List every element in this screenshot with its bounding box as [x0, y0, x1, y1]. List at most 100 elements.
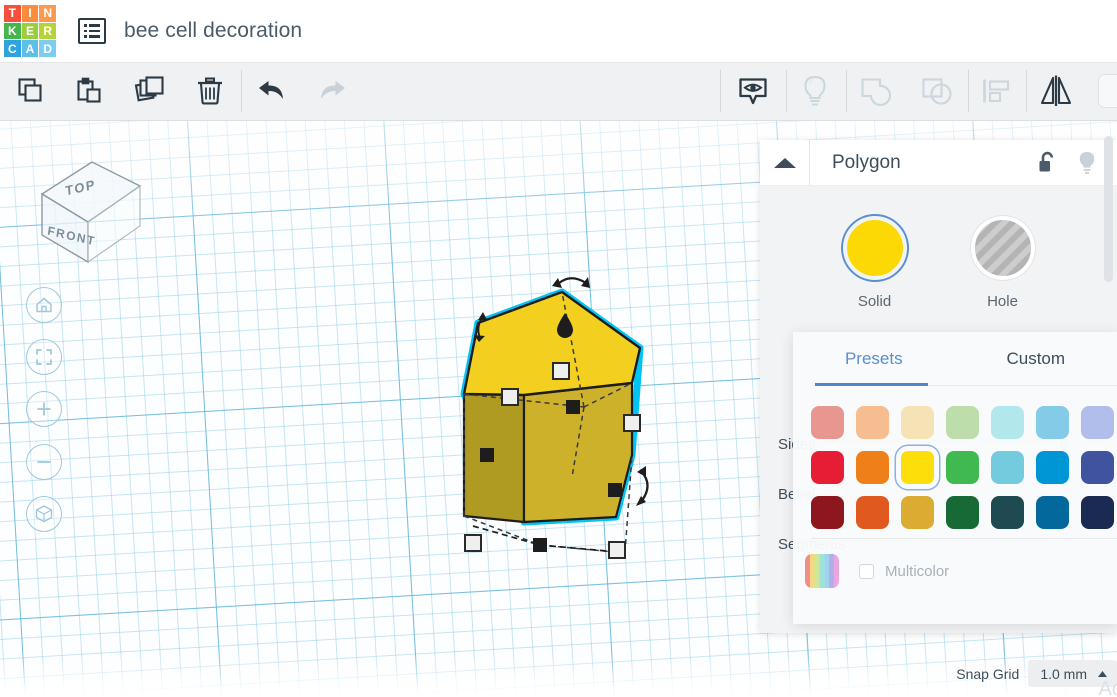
color-swatch-selected[interactable]	[895, 445, 940, 490]
color-swatch[interactable]	[1030, 490, 1075, 535]
toolbar-divider	[241, 70, 242, 112]
solid-mode-option[interactable]: Solid	[839, 216, 911, 310]
color-swatch[interactable]	[850, 490, 895, 535]
tab-custom[interactable]: Custom	[955, 332, 1117, 385]
panel-collapse-button[interactable]	[760, 140, 809, 185]
group-shapes-icon	[861, 78, 892, 107]
mode-swatch-row: Solid Hole	[760, 186, 1117, 310]
panel-scrollbar[interactable]	[1104, 136, 1113, 282]
collapse-triangle-icon	[773, 157, 796, 168]
fit-to-view-icon	[36, 349, 52, 365]
hole-pattern-circle[interactable]	[970, 216, 1035, 280]
toolbar-divider	[968, 70, 969, 112]
color-swatch[interactable]	[895, 400, 940, 445]
group-button[interactable]	[852, 62, 902, 120]
color-swatch[interactable]	[805, 490, 850, 535]
color-swatch[interactable]	[1075, 445, 1117, 490]
redo-button[interactable]	[308, 62, 356, 120]
list-icon-line	[84, 29, 100, 33]
panel-title: Polygon	[832, 151, 901, 173]
logo-letter: T	[4, 5, 21, 22]
align-button[interactable]	[972, 62, 1020, 120]
home-view-button[interactable]	[26, 287, 62, 323]
logo-letter: D	[39, 40, 56, 57]
list-icon[interactable]	[78, 18, 106, 44]
redo-arrow-icon	[321, 81, 345, 99]
selected-shape[interactable]	[440, 270, 700, 580]
logo-letter: E	[21, 22, 39, 40]
color-swatch[interactable]	[940, 490, 985, 535]
zoom-out-button[interactable]	[26, 444, 62, 480]
color-swatch[interactable]	[1075, 400, 1117, 445]
ungroup-button[interactable]	[913, 62, 963, 120]
snap-grid-label: Snap Grid	[956, 665, 1020, 682]
corner-watermark-text: Ad	[1098, 678, 1117, 697]
ungroup-shapes-icon	[922, 78, 952, 105]
logo-letter: N	[39, 5, 56, 22]
color-swatch[interactable]	[985, 445, 1030, 490]
tinkercad-logo[interactable]: T I N K E R C A D	[4, 5, 56, 57]
panel-light-button[interactable]	[1067, 140, 1107, 185]
panel-header: Polygon	[760, 140, 1117, 186]
logo-letter: C	[4, 40, 21, 57]
color-swatch[interactable]	[1030, 400, 1075, 445]
tinkercad-app: T I N K E R C A D bee cell decoration TO…	[0, 0, 1117, 697]
box-perspective-icon	[35, 505, 53, 523]
tab-presets[interactable]: Presets	[793, 332, 955, 385]
paste-button[interactable]	[65, 62, 113, 120]
copy-button[interactable]	[6, 62, 54, 120]
logo-letter: A	[21, 40, 39, 57]
home-icon	[36, 297, 52, 313]
color-swatch-grid	[805, 400, 1117, 535]
unlock-icon	[1039, 151, 1054, 171]
solid-mode-label: Solid	[857, 293, 892, 310]
color-swatch[interactable]	[985, 400, 1030, 445]
toolbar-divider	[1026, 70, 1027, 112]
multicolor-checkbox[interactable]	[859, 563, 874, 579]
color-swatch[interactable]	[1075, 490, 1117, 535]
undo-button[interactable]	[248, 62, 296, 120]
fit-view-button[interactable]	[26, 339, 62, 375]
color-swatch[interactable]	[850, 400, 895, 445]
toolbar-divider	[720, 70, 721, 112]
logo-letter: R	[39, 22, 56, 40]
show-hide-button[interactable]	[729, 62, 777, 120]
color-swatch[interactable]	[805, 400, 850, 445]
color-swatch[interactable]	[895, 490, 940, 535]
multicolor-label: Multicolor	[885, 562, 950, 580]
hole-mode-label: Hole	[987, 293, 1018, 310]
top-bar: T I N K E R C A D bee cell decoration	[0, 0, 1117, 63]
snap-grid-value: 1.0 mm	[1040, 665, 1087, 682]
color-swatch[interactable]	[1030, 445, 1075, 490]
duplicate-button[interactable]	[126, 62, 176, 120]
panel-lock-button[interactable]	[1027, 140, 1067, 185]
color-swatch[interactable]	[805, 445, 850, 490]
rainbow-swatch[interactable]	[805, 554, 839, 588]
hole-mode-option[interactable]: Hole	[967, 216, 1039, 310]
color-swatch[interactable]	[940, 445, 985, 490]
color-swatch[interactable]	[940, 400, 985, 445]
document-title[interactable]: bee cell decoration	[124, 19, 302, 43]
color-swatch[interactable]	[850, 445, 895, 490]
eye-bubble-icon	[739, 78, 767, 105]
color-swatch[interactable]	[985, 490, 1030, 535]
delete-button[interactable]	[186, 62, 234, 120]
lightbulb-icon	[1079, 151, 1095, 174]
undo-arrow-icon	[259, 81, 283, 99]
mirror-button[interactable]	[1031, 62, 1081, 120]
toolbar-overflow-button[interactable]	[1098, 74, 1117, 108]
zoom-in-button[interactable]	[26, 391, 62, 427]
trash-icon	[198, 77, 222, 105]
minus-icon	[37, 461, 51, 463]
paste-icon	[77, 77, 101, 103]
snap-grid-control: Snap Grid 1.0 mm Ad	[956, 660, 1117, 697]
solid-color-circle[interactable]	[842, 216, 907, 280]
duplicate-icon	[134, 76, 164, 102]
panel-header-divider	[809, 140, 810, 185]
list-icon-line	[84, 35, 100, 38]
perspective-toggle-button[interactable]	[26, 496, 62, 532]
light-button[interactable]	[791, 62, 839, 120]
color-picker-popup: Presets Custom Multicolor	[793, 332, 1117, 624]
view-cube[interactable]: TOP FRONT	[30, 142, 150, 272]
logo-letter: I	[21, 5, 39, 22]
